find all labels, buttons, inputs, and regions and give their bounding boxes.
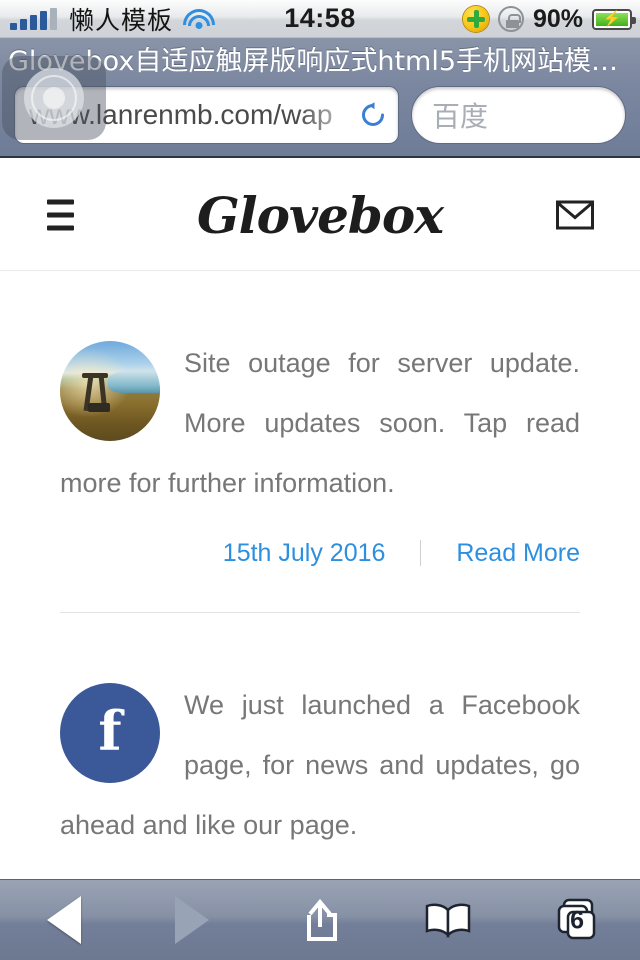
share-button[interactable] (265, 888, 375, 952)
mobile-browser-screen: 懒人模板 14:58 90% ⚡ Glovebox自适应触屏版响应式html5手… (0, 0, 640, 960)
share-icon (307, 898, 337, 941)
post-meta: 15th July 2016 Read More (60, 513, 580, 568)
tabs-icon: 6 (553, 897, 599, 943)
read-more-link[interactable]: Read More (456, 539, 580, 567)
news-feed: Site outage for server update. More upda… (0, 271, 640, 855)
assistive-touch-button[interactable] (2, 56, 106, 140)
post-body: Site outage for server update. More upda… (60, 333, 580, 513)
forward-arrow-icon (175, 896, 209, 944)
facebook-glyph: f (98, 698, 122, 763)
site-logo[interactable]: Glovebox (0, 186, 640, 245)
battery-percent-label: 90% (532, 4, 583, 33)
tabs-button[interactable]: 6 (521, 888, 631, 952)
battery-charging-icon: ⚡ (592, 8, 636, 30)
assistive-touch-ring-inner (31, 75, 77, 121)
search-input[interactable]: 百度 (411, 86, 626, 144)
feed-post: f We just launched a Facebook page, for … (0, 613, 640, 855)
browser-toolbar: 6 (0, 879, 640, 960)
back-arrow-icon (47, 896, 81, 944)
post-thumbnail-image[interactable] (60, 341, 160, 441)
site-header: Glovebox (0, 160, 640, 271)
book-icon (425, 903, 471, 939)
back-button[interactable] (9, 888, 119, 952)
security-shield-icon (462, 6, 489, 32)
reload-icon[interactable] (358, 100, 388, 130)
envelope-icon[interactable] (556, 200, 594, 230)
rotation-lock-icon (497, 6, 524, 32)
search-placeholder: 百度 (432, 100, 489, 133)
bookmarks-button[interactable] (393, 888, 503, 952)
tab-count-label: 6 (570, 906, 585, 935)
browser-chrome: Glovebox自适应触屏版响应式html5手机网站模板下... www.lan… (0, 38, 640, 158)
meta-separator (420, 540, 422, 566)
forward-button[interactable] (137, 888, 247, 952)
feed-post: Site outage for server update. More upda… (0, 271, 640, 568)
post-date-link[interactable]: 15th July 2016 (223, 539, 386, 567)
status-bar-right: 90% ⚡ (462, 0, 636, 38)
post-body: f We just launched a Facebook page, for … (60, 675, 580, 855)
ios-status-bar: 懒人模板 14:58 90% ⚡ (0, 0, 640, 38)
assistive-touch-ring (24, 68, 84, 128)
facebook-icon[interactable]: f (60, 683, 160, 783)
assistive-touch-dot (43, 87, 65, 109)
webpage-viewport: Glovebox Site outage for server update. … (0, 160, 640, 880)
